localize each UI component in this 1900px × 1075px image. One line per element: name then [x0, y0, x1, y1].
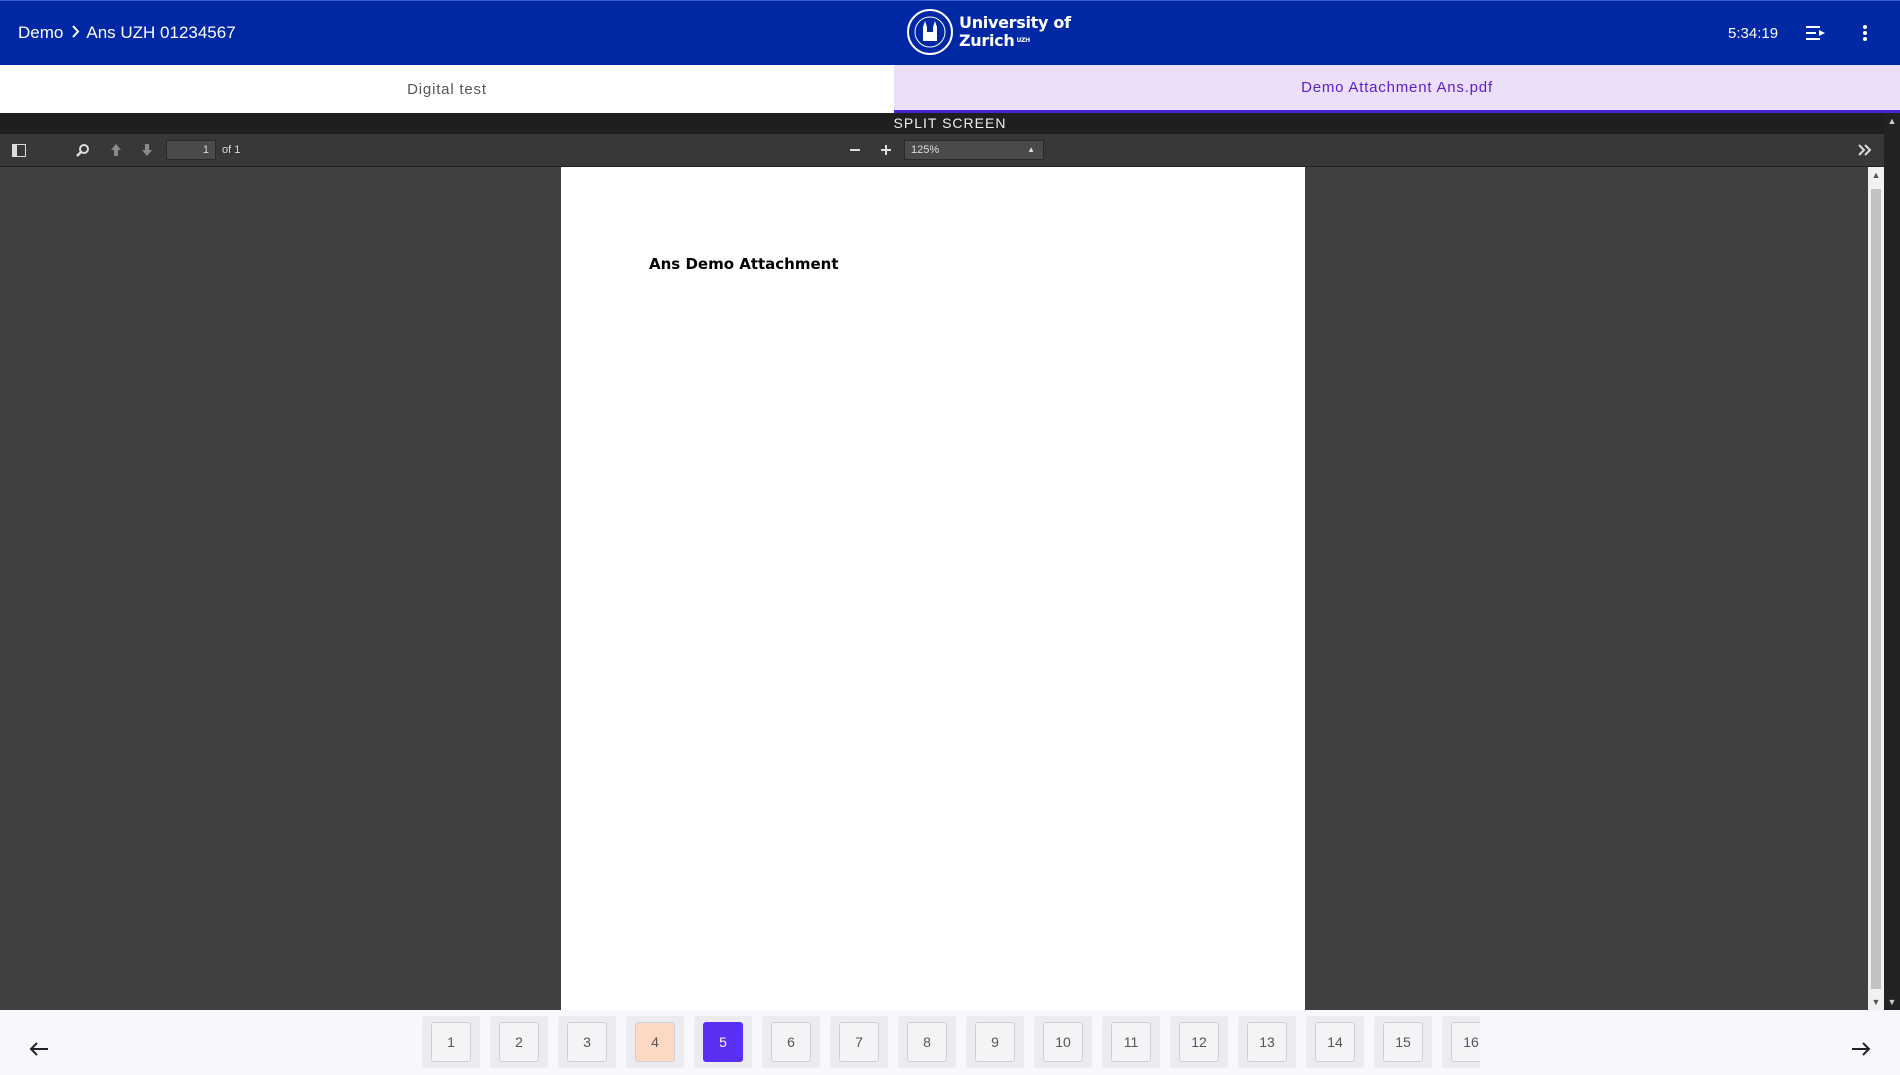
page-number-input[interactable]: 1 [166, 140, 216, 160]
question-nav-button[interactable]: 11 [1111, 1022, 1151, 1062]
question-nav-item[interactable]: 3 [558, 1016, 616, 1068]
more-vert-icon[interactable] [1851, 19, 1879, 47]
question-nav-item[interactable]: 15 [1374, 1016, 1432, 1068]
panel-scroll-up-icon[interactable]: ▲ [1884, 113, 1900, 129]
previous-question-arrow-icon[interactable] [24, 1036, 54, 1062]
question-nav-button[interactable]: 13 [1247, 1022, 1287, 1062]
question-nav-item[interactable]: 2 [490, 1016, 548, 1068]
pdf-scrollbar[interactable]: ▲ ▼ [1868, 167, 1884, 1010]
pdf-toolbar: 1 of 1 125% ▲ [0, 134, 1884, 167]
tab-attachment[interactable]: Demo Attachment Ans.pdf [894, 65, 1900, 113]
question-nav-button[interactable]: 7 [839, 1022, 879, 1062]
question-nav-item[interactable]: 1 [422, 1016, 480, 1068]
page-total-label: of 1 [222, 144, 241, 156]
question-nav-item[interactable]: 13 [1238, 1016, 1296, 1068]
question-navigation-bar: 1 2 3 4 5 6 7 8 9 10 11 12 13 14 15 16 [0, 1010, 1900, 1075]
zoom-in-icon[interactable] [877, 140, 895, 160]
question-list: 1 2 3 4 5 6 7 8 9 10 11 12 13 14 15 16 [422, 1016, 1480, 1068]
list-icon[interactable] [1802, 19, 1830, 47]
sidebar-toggle-icon[interactable] [10, 140, 28, 160]
question-nav-item[interactable]: 11 [1102, 1016, 1160, 1068]
question-nav-button[interactable]: 8 [907, 1022, 947, 1062]
exam-timer: 5:34:19 [1728, 25, 1779, 42]
pdf-heading: Ans Demo Attachment [649, 255, 839, 273]
breadcrumb-item-course[interactable]: Demo [18, 23, 63, 43]
select-arrows-icon: ▲ [1027, 145, 1035, 154]
question-nav-item[interactable]: 4 [626, 1016, 684, 1068]
university-seal-icon [907, 9, 953, 55]
breadcrumb: Demo Ans UZH 01234567 [18, 23, 236, 43]
question-nav-item[interactable]: 16 [1442, 1016, 1480, 1068]
question-nav-button[interactable]: 3 [567, 1022, 607, 1062]
question-nav-item[interactable]: 8 [898, 1016, 956, 1068]
next-question-arrow-icon[interactable] [1846, 1036, 1876, 1062]
panel-scrollbar[interactable]: ▲ ▼ [1884, 113, 1900, 1010]
split-screen-button[interactable]: SPLIT SCREEN [0, 113, 1900, 134]
question-nav-button[interactable]: 14 [1315, 1022, 1355, 1062]
previous-page-icon[interactable] [107, 140, 125, 160]
question-nav-item[interactable]: 10 [1034, 1016, 1092, 1068]
tools-icon[interactable] [1854, 140, 1876, 160]
zoom-out-icon[interactable] [846, 140, 864, 160]
question-nav-button[interactable]: 4 [635, 1022, 675, 1062]
question-nav-button[interactable]: 2 [499, 1022, 539, 1062]
top-header: Demo Ans UZH 01234567 University of Zuri… [0, 0, 1900, 65]
question-nav-button[interactable]: 12 [1179, 1022, 1219, 1062]
question-nav-button[interactable]: 15 [1383, 1022, 1423, 1062]
question-nav-button[interactable]: 16 [1451, 1022, 1480, 1062]
zoom-value: 125% [911, 144, 940, 156]
logo-text-line2: Zurich [959, 31, 1015, 50]
pdf-page: Ans Demo Attachment [561, 167, 1305, 1010]
panel-scroll-down-icon[interactable]: ▼ [1884, 994, 1900, 1010]
question-nav-button[interactable]: 9 [975, 1022, 1015, 1062]
logo-sup: UZH [1016, 37, 1030, 44]
search-icon[interactable] [74, 140, 92, 160]
question-nav-item[interactable]: 5 [694, 1016, 752, 1068]
question-nav-button[interactable]: 10 [1043, 1022, 1083, 1062]
question-nav-item[interactable]: 12 [1170, 1016, 1228, 1068]
question-nav-item[interactable]: 14 [1306, 1016, 1364, 1068]
chevron-right-icon [71, 23, 80, 43]
tab-digital-test[interactable]: Digital test [0, 65, 894, 113]
question-nav-item[interactable]: 9 [966, 1016, 1024, 1068]
breadcrumb-item-assignment: Ans UZH 01234567 [86, 23, 236, 42]
question-nav-item[interactable]: 7 [830, 1016, 888, 1068]
question-nav-item[interactable]: 6 [762, 1016, 820, 1068]
scrollbar-thumb[interactable] [1871, 189, 1881, 989]
view-tabs: Digital test Demo Attachment Ans.pdf [0, 65, 1900, 113]
scroll-down-icon[interactable]: ▼ [1868, 994, 1884, 1010]
next-page-icon[interactable] [138, 140, 156, 160]
pdf-viewer[interactable]: Ans Demo Attachment [0, 167, 1868, 1010]
university-logo: University of Zurich UZH [907, 9, 1071, 55]
scroll-up-icon[interactable]: ▲ [1868, 167, 1884, 183]
logo-text-line1: University of [959, 13, 1071, 32]
question-nav-button[interactable]: 5 [703, 1022, 743, 1062]
zoom-select[interactable]: 125% ▲ [904, 140, 1044, 160]
question-nav-button[interactable]: 6 [771, 1022, 811, 1062]
question-nav-button[interactable]: 1 [431, 1022, 471, 1062]
